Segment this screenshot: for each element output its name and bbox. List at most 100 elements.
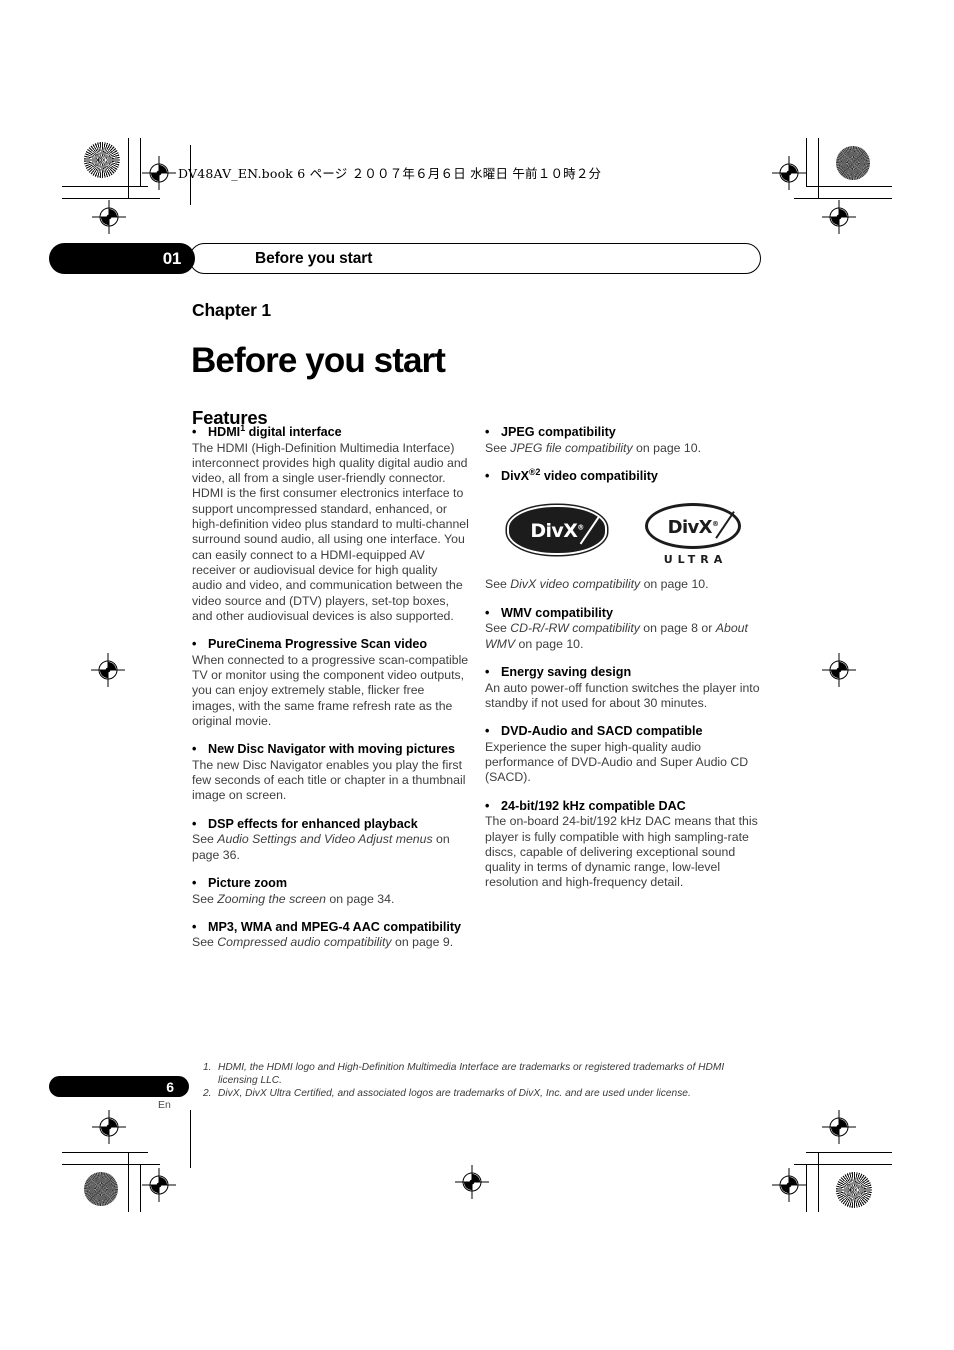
page-title: Before you start bbox=[191, 341, 446, 381]
registration-target-top-right bbox=[772, 156, 806, 195]
registration-target-bottom-right-inner bbox=[822, 1110, 856, 1149]
feature-title: • New Disc Navigator with moving pictures bbox=[192, 742, 456, 757]
feature-title: • Energy saving design bbox=[485, 664, 632, 679]
crop-mark-bottom-left-v1 bbox=[128, 1152, 129, 1212]
running-head-chapter-number: 01 bbox=[162, 248, 182, 268]
feature-body: When connected to a progressive scan-com… bbox=[192, 652, 469, 728]
feature-body: The on-board 24-bit/192 kHz DAC means th… bbox=[485, 814, 758, 890]
bullet-icon: • bbox=[485, 724, 490, 739]
feature-item: • DSP effects for enhanced playback See Au… bbox=[192, 817, 470, 863]
feature-body: See CD-R/-RW compatibility on page 8 or … bbox=[485, 621, 748, 651]
halftone-target-top-left bbox=[84, 142, 120, 178]
feature-title: • HDMI1 digital interface bbox=[192, 422, 342, 439]
registration-target-bottom-right bbox=[772, 1168, 806, 1207]
feature-column-left: • HDMI1 digital interface The HDMI (High-D… bbox=[192, 422, 470, 951]
feature-item: • New Disc Navigator with moving pictures… bbox=[192, 742, 470, 803]
feature-item: • PureCinema Progressive Scan video When c… bbox=[192, 637, 470, 729]
bullet-icon: • bbox=[192, 742, 197, 757]
feature-title: • 24-bit/192 kHz compatible DAC bbox=[485, 798, 686, 813]
registration-target-top-left bbox=[142, 156, 176, 195]
divx-logo-row: DivX® DivX® ULTRA bbox=[485, 497, 763, 571]
registration-target-bottom-center bbox=[455, 1165, 489, 1204]
feature-item: • 24-bit/192 kHz compatible DAC The on-boa… bbox=[485, 799, 763, 891]
feature-body: See Audio Settings and Video Adjust menu… bbox=[192, 832, 450, 862]
bullet-icon: • bbox=[192, 637, 197, 652]
footnote-text: HDMI, the HDMI logo and High-Definition … bbox=[218, 1062, 725, 1086]
running-head-title: Before you start bbox=[255, 249, 373, 267]
footnotes: 1. HDMI, the HDMI logo and High-Definitio… bbox=[203, 1062, 763, 1102]
running-head: 01 Before you start bbox=[49, 243, 761, 274]
footnote-reference: 1 bbox=[240, 422, 246, 433]
registration-target-bottom-left-inner bbox=[142, 1168, 176, 1207]
running-head-chapter-tab: 01 bbox=[49, 243, 195, 274]
bullet-icon: • bbox=[192, 875, 197, 890]
feature-body: See Zooming the screen on page 34. bbox=[192, 891, 395, 906]
footnote-number: 1. bbox=[203, 1062, 212, 1073]
divx-ultra-label: ULTRA bbox=[663, 553, 728, 567]
halftone-target-bottom-left bbox=[84, 1172, 118, 1206]
crop-mark-bottom-right-v1 bbox=[818, 1152, 819, 1212]
registration-target-top-center-left bbox=[92, 200, 126, 239]
feature-title: • DivX®2 video compatibility bbox=[485, 466, 658, 483]
feature-title: • Picture zoom bbox=[192, 875, 288, 890]
footnote: 1. HDMI, the HDMI logo and High-Definitio… bbox=[203, 1062, 763, 1087]
bullet-icon: • bbox=[485, 605, 490, 620]
feature-body: The new Disc Navigator enables you play … bbox=[192, 757, 466, 803]
feature-title: • DVD-Audio and SACD compatible bbox=[485, 724, 703, 739]
feature-item: • DivX®2 video compatibility bbox=[485, 466, 763, 485]
crop-mark-bottom-right-v2 bbox=[806, 1164, 807, 1212]
footnote: 2. DivX, DivX Ultra Certified, and associ… bbox=[203, 1088, 763, 1101]
crop-mark-bottom-left-h2 bbox=[62, 1164, 160, 1165]
registration-target-top-center-right bbox=[822, 200, 856, 239]
page-language-code: En bbox=[158, 1099, 171, 1111]
bullet-icon: • bbox=[485, 798, 490, 813]
feature-item: • JPEG compatibility See JPEG file compati… bbox=[485, 425, 763, 456]
registered-trademark-icon: ® bbox=[711, 520, 719, 529]
feature-body: An auto power-off function switches the … bbox=[485, 680, 760, 710]
crop-mark-bottom-right-h2 bbox=[794, 1164, 892, 1165]
feature-item: • HDMI1 digital interface The HDMI (High-D… bbox=[192, 422, 470, 624]
crop-mark-top-left-h1 bbox=[62, 186, 148, 187]
feature-body: See JPEG file compatibility on page 10. bbox=[485, 440, 702, 455]
page-footer-bar: 6 bbox=[49, 1076, 189, 1097]
footnote-number: 2. bbox=[203, 1088, 212, 1100]
feature-item: • MP3, WMA and MPEG-4 AAC compatibility Se… bbox=[192, 920, 470, 951]
feature-column-right: • JPEG compatibility See JPEG file compati… bbox=[485, 425, 763, 891]
page-number: 6 bbox=[166, 1078, 174, 1095]
footnote-text: DivX, DivX Ultra Certified, and associat… bbox=[218, 1088, 691, 1100]
crop-mark-top-right-v2 bbox=[806, 138, 807, 186]
feature-title: • DSP effects for enhanced playback bbox=[192, 816, 418, 831]
feature-body: Experience the super high-quality audio … bbox=[485, 739, 749, 785]
divx-ultra-logo-icon: DivX® bbox=[645, 503, 741, 550]
bullet-icon: • bbox=[485, 468, 490, 483]
halftone-target-top-right bbox=[836, 146, 870, 180]
halftone-target-bottom-right bbox=[836, 1172, 872, 1208]
divx-caption: See DivX video compatibility on page 10. bbox=[485, 577, 763, 592]
fold-tick-bottom bbox=[190, 1110, 191, 1168]
bullet-icon: • bbox=[192, 425, 197, 439]
registration-target-mid-left bbox=[91, 653, 125, 692]
feature-title: • WMV compatibility bbox=[485, 605, 613, 620]
crop-mark-top-right-v1 bbox=[818, 138, 819, 198]
feature-item: • Picture zoom See Zooming the screen on p… bbox=[192, 876, 470, 907]
bullet-icon: • bbox=[192, 919, 197, 934]
crop-mark-top-right-h2 bbox=[794, 198, 892, 199]
feature-title: • JPEG compatibility bbox=[485, 425, 616, 439]
bullet-icon: • bbox=[485, 425, 490, 439]
registration-target-bottom-left bbox=[92, 1110, 126, 1149]
feature-body: The HDMI (High-Definition Multimedia Int… bbox=[192, 440, 469, 623]
footnote-reference: ®2 bbox=[529, 466, 541, 477]
bullet-icon: • bbox=[485, 664, 490, 679]
feature-body: See Compressed audio compatibility on pa… bbox=[192, 935, 454, 950]
divx-caption-text: See DivX video compatibility on page 10. bbox=[485, 577, 709, 592]
book-build-header: DV48AV_EN.book 6 ページ ２００７年６月６日 水曜日 午前１０時… bbox=[178, 166, 602, 181]
feature-item: • Energy saving design An auto power-off f… bbox=[485, 665, 763, 711]
crop-mark-bottom-left-h1 bbox=[62, 1152, 148, 1153]
bullet-icon: • bbox=[192, 816, 197, 831]
feature-title: • PureCinema Progressive Scan video bbox=[192, 637, 428, 652]
feature-item: • WMV compatibility See CD-R/-RW compatibi… bbox=[485, 606, 763, 652]
crop-mark-top-left-h2 bbox=[62, 198, 160, 199]
registered-trademark-icon: ® bbox=[577, 524, 584, 533]
crop-mark-bottom-left-v2 bbox=[140, 1164, 141, 1212]
divx-logo-icon: DivX® bbox=[507, 505, 607, 556]
